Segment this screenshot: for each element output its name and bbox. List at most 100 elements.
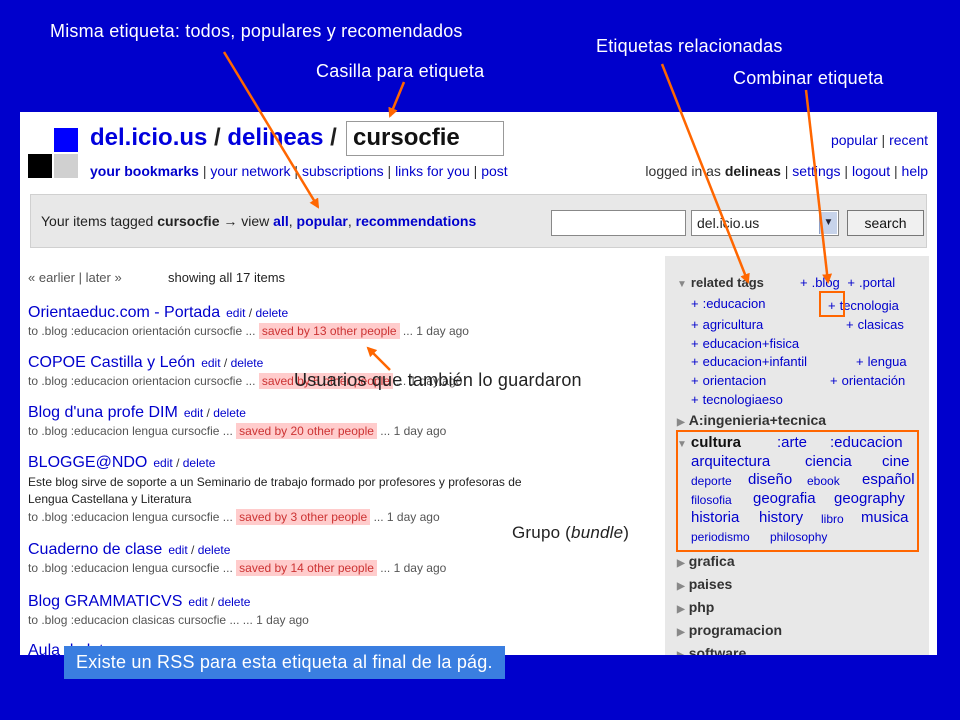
bundle-tag[interactable]: cine xyxy=(882,453,910,470)
help-link[interactable]: help xyxy=(902,163,928,179)
bundle-tag[interactable]: geography xyxy=(834,490,905,507)
delete-link[interactable]: delete xyxy=(198,543,231,557)
bundle-collapsed[interactable]: ▶ A:ingenieria+tecnica xyxy=(677,412,826,428)
related-tag[interactable]: agricultura xyxy=(703,317,764,332)
item-tags[interactable]: to .blog :educacion lengua cursocfie ... xyxy=(28,510,233,524)
view-popular-link[interactable]: popular xyxy=(297,213,348,229)
triangle-right-icon: ▶ xyxy=(677,604,685,615)
view-all-link[interactable]: all xyxy=(273,213,289,229)
triangle-right-icon: ▶ xyxy=(677,581,685,592)
bundle-collapsed[interactable]: ▶ grafica xyxy=(677,553,735,569)
view-recommendations-link[interactable]: recommendations xyxy=(356,213,477,229)
item-title-link[interactable]: Cuaderno de clase xyxy=(28,541,162,558)
callout-users-saved: Usuarios que también lo guardaron xyxy=(294,370,582,390)
bundle-collapsed[interactable]: ▶ php xyxy=(677,599,714,615)
nav-subscriptions[interactable]: subscriptions xyxy=(302,163,384,179)
related-tag-row: +:educacion xyxy=(691,296,766,311)
item-title-link[interactable]: Blog d'una profe DIM xyxy=(28,404,178,421)
recent-link[interactable]: recent xyxy=(889,132,928,148)
bundle-tag[interactable]: filosofia xyxy=(691,493,732,507)
bundle-tag[interactable]: :educacion xyxy=(830,434,903,451)
bundle-tag[interactable]: historia xyxy=(691,509,739,526)
bundle-collapsed[interactable]: ▶ programacion xyxy=(677,622,782,638)
related-tag[interactable]: orientación xyxy=(842,373,906,388)
related-tag-row: + educacion+fisica xyxy=(691,336,800,351)
chevron-down-icon[interactable]: ▼ xyxy=(819,212,837,234)
nav-links-for-you[interactable]: links for you xyxy=(395,163,470,179)
item-tags[interactable]: to .blog :educacion orientacion cursocfi… xyxy=(28,374,255,388)
edit-link[interactable]: edit xyxy=(201,356,220,370)
edit-link[interactable]: edit xyxy=(153,456,172,470)
item-tags[interactable]: to .blog :educacion orientación cursocfi… xyxy=(28,324,255,338)
saved-by-badge[interactable]: saved by 13 other people xyxy=(258,323,400,339)
bundle-tag[interactable]: periodismo xyxy=(691,530,750,544)
logout-link[interactable]: logout xyxy=(852,163,890,179)
delete-link[interactable]: delete xyxy=(213,406,246,420)
nav-post[interactable]: post xyxy=(481,163,507,179)
edit-link[interactable]: edit xyxy=(184,406,203,420)
site-link[interactable]: del.icio.us xyxy=(90,124,207,151)
later-link[interactable]: later » xyxy=(86,270,122,285)
bundle-tag[interactable]: español xyxy=(862,471,915,488)
bundle-tag[interactable]: arquitectura xyxy=(691,453,770,470)
search-scope-select[interactable]: del.icio.us ▼ xyxy=(691,210,839,236)
search-button[interactable]: search xyxy=(847,210,924,236)
item-title-link[interactable]: COPOE Castilla y León xyxy=(28,354,195,371)
item-tags[interactable]: to .blog :educacion clasicas cursocfie .… xyxy=(28,613,239,627)
delete-link[interactable]: delete xyxy=(231,356,264,370)
saved-by-badge[interactable]: saved by 20 other people xyxy=(236,423,377,439)
user-link[interactable]: delineas xyxy=(227,124,323,151)
settings-link[interactable]: settings xyxy=(792,163,840,179)
combine-tag-plus[interactable]: + xyxy=(828,298,836,313)
bundle-collapsed[interactable]: ▶ paises xyxy=(677,576,732,592)
edit-link[interactable]: edit xyxy=(226,306,245,320)
item-tags[interactable]: to .blog :educacion lengua cursocfie ... xyxy=(28,561,233,575)
bundle-tag[interactable]: ciencia xyxy=(805,453,852,470)
triangle-right-icon: ▶ xyxy=(677,650,685,655)
item-tags[interactable]: to .blog :educacion lengua cursocfie ... xyxy=(28,424,233,438)
item-title-link[interactable]: BLOGGE@NDO xyxy=(28,454,147,471)
tag-input[interactable]: cursocfie xyxy=(346,121,504,156)
delicious-logo xyxy=(28,128,78,180)
related-tag[interactable]: lengua xyxy=(868,354,907,369)
bundle-tag[interactable]: musica xyxy=(861,509,909,526)
edit-link[interactable]: edit xyxy=(168,543,187,557)
related-tag[interactable]: clasicas xyxy=(858,317,904,332)
related-tag[interactable]: .portal xyxy=(859,275,895,290)
delete-link[interactable]: delete xyxy=(255,306,288,320)
bundle-open[interactable]: ▼ cultura xyxy=(677,434,741,451)
related-tag[interactable]: educacion+infantil xyxy=(703,354,807,369)
earlier-link[interactable]: « earlier xyxy=(28,270,75,285)
bundle-tag[interactable]: diseño xyxy=(748,471,792,488)
callout-related-tags: Etiquetas relacionadas xyxy=(596,36,783,56)
bundle-tag[interactable]: ebook xyxy=(807,474,840,488)
related-tags-heading[interactable]: ▼ related tags xyxy=(677,275,764,290)
related-tag[interactable]: educacion+fisica xyxy=(703,336,799,351)
logged-in-user: delineas xyxy=(724,163,781,179)
item-title-link[interactable]: Blog GRAMMATICVS xyxy=(28,593,182,610)
search-input[interactable] xyxy=(551,210,686,236)
related-tag[interactable]: tecnologia xyxy=(840,298,899,313)
related-tag[interactable]: .blog xyxy=(812,275,840,290)
nav-your-network[interactable]: your network xyxy=(210,163,290,179)
related-tag[interactable]: orientacion xyxy=(703,373,767,388)
bundle-tag[interactable]: libro xyxy=(821,512,844,526)
related-tag[interactable]: :educacion xyxy=(703,296,766,311)
bundle-tag[interactable]: philosophy xyxy=(770,530,827,544)
item-description: Este blog sirve de soporte a un Seminari… xyxy=(28,475,522,506)
bundle-collapsed[interactable]: ▶software xyxy=(677,645,746,655)
delete-link[interactable]: delete xyxy=(218,595,251,609)
nav-your-bookmarks[interactable]: your bookmarks xyxy=(90,163,199,179)
bundle-tag[interactable]: geografia xyxy=(753,490,816,507)
bundle-tag[interactable]: history xyxy=(759,509,803,526)
list-item: BLOGGE@NDO edit / delete Este blog sirve … xyxy=(28,454,548,525)
popular-link[interactable]: popular xyxy=(831,132,878,148)
saved-by-badge[interactable]: saved by 14 other people xyxy=(236,560,377,576)
bundle-tag[interactable]: :arte xyxy=(777,434,807,451)
item-title-link[interactable]: Orientaeduc.com - Portada xyxy=(28,304,220,321)
edit-link[interactable]: edit xyxy=(188,595,207,609)
bundle-tag[interactable]: deporte xyxy=(691,474,732,488)
related-tag[interactable]: tecnologiaeso xyxy=(703,392,783,407)
saved-by-badge[interactable]: saved by 3 other people xyxy=(236,509,371,525)
delete-link[interactable]: delete xyxy=(183,456,216,470)
